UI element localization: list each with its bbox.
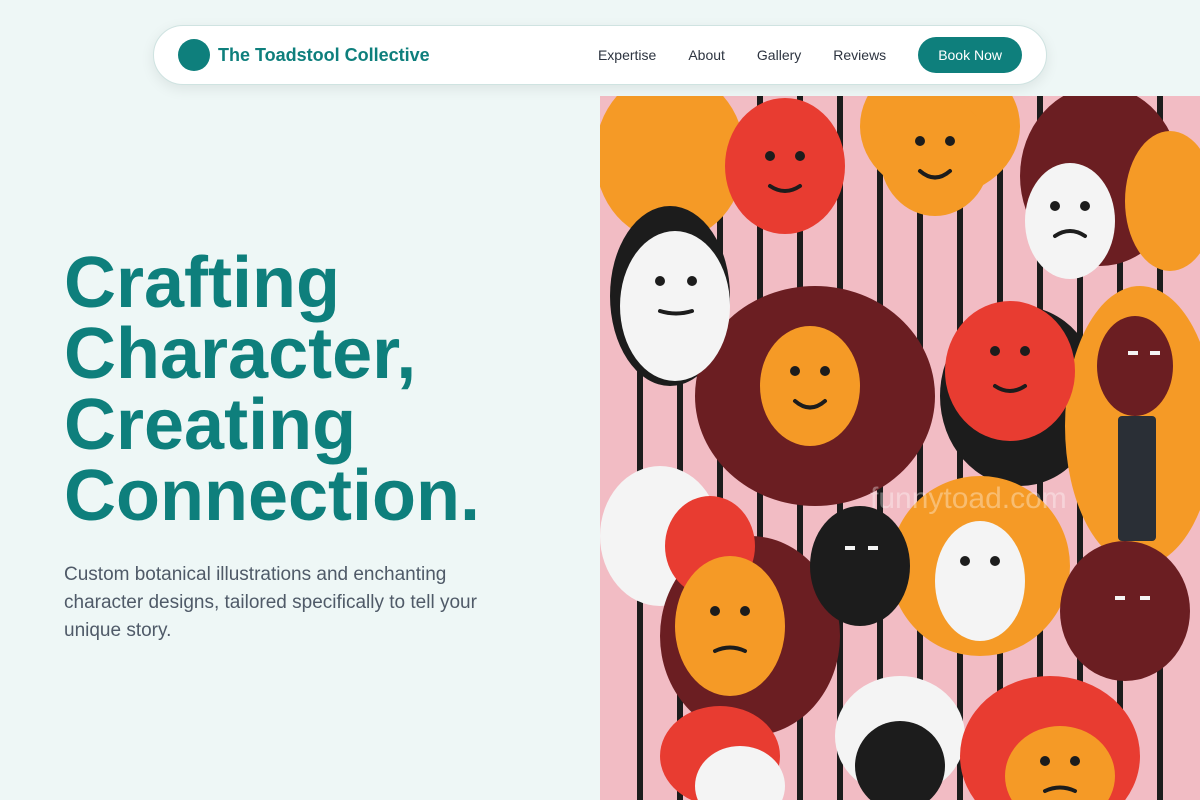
nav-links: Expertise About Gallery Reviews (598, 47, 886, 63)
hero-title-line-4: Connection. (64, 456, 480, 536)
book-now-button[interactable]: Book Now (918, 37, 1022, 73)
nav-link-gallery[interactable]: Gallery (757, 47, 801, 63)
logo-circle-icon[interactable] (178, 39, 210, 71)
hero-mural-image: funnytoad.com (600, 96, 1200, 800)
hero-title-line-3: Creating (64, 385, 357, 465)
mural-watermark-text: funnytoad.com (870, 482, 1067, 515)
brand-name[interactable]: The Toadstool Collective (218, 45, 430, 66)
hero-title-line-1: Crafting (64, 243, 340, 323)
hero-subtitle: Custom botanical illustrations and encha… (64, 564, 477, 641)
nav-link-reviews[interactable]: Reviews (833, 47, 886, 63)
hero-title: Crafting Character, Creating Connection. (64, 243, 584, 536)
nav-link-about[interactable]: About (688, 47, 725, 63)
nav-link-expertise[interactable]: Expertise (598, 47, 656, 63)
navbar: The Toadstool Collective Expertise About… (153, 25, 1047, 85)
hero-title-line-2: Character, (64, 314, 417, 394)
